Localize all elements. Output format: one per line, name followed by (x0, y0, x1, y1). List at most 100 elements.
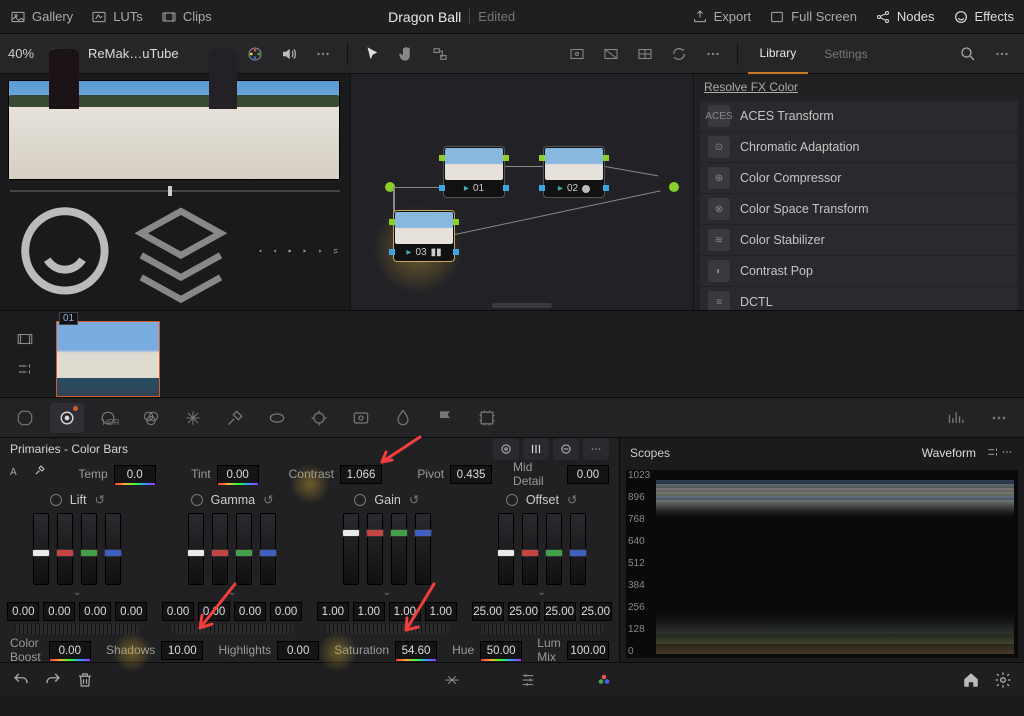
highlights-value[interactable]: 0.00 (277, 641, 319, 660)
viewer[interactable] (8, 80, 340, 180)
primaries-more[interactable] (583, 438, 609, 460)
fx-icon[interactable] (12, 198, 118, 304)
home-button[interactable] (962, 671, 980, 689)
link-toggle[interactable] (191, 494, 203, 506)
wheel-gain-val-2[interactable]: 1.00 (389, 602, 421, 621)
link-toggle[interactable] (506, 494, 518, 506)
split-button[interactable] (597, 40, 625, 68)
reset-icon[interactable]: ↺ (409, 492, 419, 507)
fx-item-3[interactable]: ⊗Color Space Transform (700, 194, 1018, 224)
scopes-more[interactable] (1000, 445, 1014, 462)
redo-button[interactable] (44, 671, 62, 689)
reset-button[interactable]: ⌄ (383, 587, 391, 598)
next-button[interactable] (318, 243, 323, 259)
bar-red[interactable] (57, 513, 73, 585)
auto-balance-button[interactable]: A (10, 464, 28, 484)
temp-value[interactable]: 0.0 (114, 465, 156, 484)
fx-group-header[interactable]: Resolve FX Color (694, 74, 1024, 100)
graph-output[interactable] (669, 182, 679, 192)
fx-item-1[interactable]: ⊙Chromatic Adaptation (700, 132, 1018, 162)
tab-library[interactable]: Library (748, 34, 809, 74)
more-viewer-button[interactable] (309, 40, 337, 68)
wheel-offset-val-2[interactable]: 25.00 (544, 602, 576, 621)
bar-blue[interactable] (105, 513, 121, 585)
tool-color-warper[interactable] (176, 403, 210, 433)
highlight-button[interactable] (563, 40, 591, 68)
tool-blur[interactable] (386, 403, 420, 433)
tool-key[interactable] (428, 403, 462, 433)
reset-button[interactable]: ⌄ (537, 587, 545, 598)
page-cut[interactable] (443, 671, 461, 689)
fx-item-0[interactable]: ACESACES Transform (700, 101, 1018, 131)
hue-value[interactable]: 50.00 (480, 641, 522, 660)
wheel-gain-val-1[interactable]: 1.00 (353, 602, 385, 621)
color-wheel-button[interactable] (241, 40, 269, 68)
primaries-wheels-mode[interactable] (493, 438, 519, 460)
pick-white-button[interactable] (34, 464, 54, 484)
wheel-gamma-val-1[interactable]: 0.00 (198, 602, 230, 621)
cursor-tool[interactable] (358, 40, 386, 68)
tool-tracking[interactable] (302, 403, 336, 433)
pivot-value[interactable]: 0.435 (450, 465, 492, 484)
tool-camera-raw[interactable] (8, 403, 42, 433)
nodes-button[interactable]: Nodes (875, 9, 935, 25)
fx-item-6[interactable]: ≡DCTL (700, 287, 1018, 310)
refresh-button[interactable] (665, 40, 693, 68)
wheel-lift-val-1[interactable]: 0.00 (43, 602, 75, 621)
wheel-gain-val-3[interactable]: 1.00 (425, 602, 457, 621)
waveform-scope[interactable]: 10238967686405123842561280 (626, 470, 1018, 658)
node-01[interactable]: ▸01 (443, 146, 505, 198)
undo-button[interactable] (12, 671, 30, 689)
bar-lum[interactable] (343, 513, 359, 585)
fx-item-5[interactable]: ◐Contrast Pop (700, 256, 1018, 286)
more-node-button[interactable] (699, 40, 727, 68)
wheel-lift-val-3[interactable]: 0.00 (115, 602, 147, 621)
colorboost-value[interactable]: 0.00 (49, 641, 91, 660)
loop-button[interactable] (333, 243, 338, 259)
export-button[interactable]: Export (692, 9, 752, 25)
tint-value[interactable]: 0.00 (217, 465, 259, 484)
first-frame-button[interactable] (257, 243, 262, 259)
gallery-button[interactable]: Gallery (10, 9, 73, 25)
reset-button[interactable]: ⌄ (228, 587, 236, 598)
wheel-lift-val-2[interactable]: 0.00 (79, 602, 111, 621)
bar-lum[interactable] (498, 513, 514, 585)
reset-icon[interactable]: ↺ (263, 492, 273, 507)
bar-red[interactable] (367, 513, 383, 585)
node-03[interactable]: ▸03 ▮▮ (393, 210, 455, 262)
link-toggle[interactable] (50, 494, 62, 506)
prev-button[interactable] (272, 243, 277, 259)
timeline-clip[interactable]: 01 (56, 321, 160, 397)
grid-button[interactable] (631, 40, 659, 68)
clip-name[interactable]: ReMak…uTube (78, 46, 189, 61)
bar-lum[interactable] (188, 513, 204, 585)
fx-item-2[interactable]: ⊕Color Compressor (700, 163, 1018, 193)
settings-button[interactable] (994, 671, 1012, 689)
tab-settings[interactable]: Settings (814, 47, 877, 61)
primaries-log-mode[interactable] (553, 438, 579, 460)
bar-green[interactable] (391, 513, 407, 585)
reset-icon[interactable]: ↺ (94, 492, 104, 507)
layers-icon[interactable] (128, 198, 234, 304)
page-edit[interactable] (519, 671, 537, 689)
contrast-value[interactable]: 1.066 (340, 465, 382, 484)
fx-item-4[interactable]: ≋Color Stabilizer (700, 225, 1018, 255)
wheel-offset-val-3[interactable]: 25.00 (580, 602, 612, 621)
tool-magic-mask[interactable] (344, 403, 378, 433)
page-color[interactable] (595, 671, 613, 689)
node-02[interactable]: ▸02 (543, 146, 605, 198)
scopes-settings[interactable] (986, 445, 1000, 462)
bar-red[interactable] (522, 513, 538, 585)
audio-button[interactable] (275, 40, 303, 68)
bar-blue[interactable] (415, 513, 431, 585)
master-jog[interactable] (170, 624, 294, 634)
tool-color-wheels[interactable] (50, 403, 84, 433)
bar-blue[interactable] (570, 513, 586, 585)
bar-green[interactable] (236, 513, 252, 585)
master-jog[interactable] (480, 624, 604, 634)
bar-red[interactable] (212, 513, 228, 585)
tool-scopes[interactable] (940, 403, 974, 433)
tool-qualifier[interactable] (218, 403, 252, 433)
bar-lum[interactable] (33, 513, 49, 585)
search-button[interactable] (954, 40, 982, 68)
